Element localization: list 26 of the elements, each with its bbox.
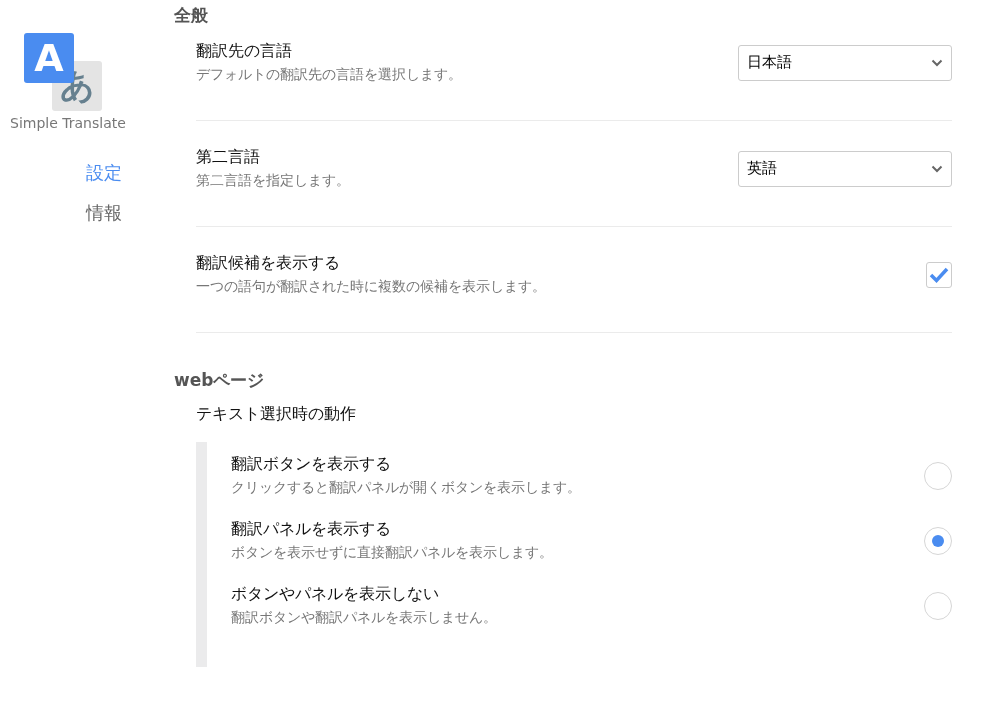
option-title: ボタンやパネルを表示しない (231, 584, 440, 605)
chevron-down-icon (931, 58, 943, 67)
radio-button[interactable] (924, 461, 952, 490)
setting-description: 第二言語を指定します。 (196, 172, 350, 190)
radio-button[interactable] (924, 526, 952, 555)
option-title: 翻訳パネルを表示する (231, 519, 392, 540)
option-title: 翻訳ボタンを表示する (231, 454, 392, 475)
language-dropdown[interactable]: 英語 (738, 150, 952, 187)
setting-title: テキスト選択時の動作 (196, 404, 357, 425)
option-description: クリックすると翻訳パネルが開くボタンを表示します。 (231, 479, 581, 497)
setting-title: 第二言語 (196, 147, 261, 168)
option-description: ボタンを表示せずに直接翻訳パネルを表示します。 (231, 544, 553, 562)
setting-title: 翻訳先の言語 (196, 41, 293, 62)
setting-description: デフォルトの翻訳先の言語を選択します。 (196, 66, 462, 84)
language-dropdown[interactable]: 日本語 (738, 44, 952, 81)
nav-link[interactable]: 情報 (86, 201, 122, 225)
section-heading: webページ (174, 369, 266, 392)
radio-button[interactable] (924, 591, 952, 620)
checkbox[interactable] (926, 261, 952, 288)
app-name: Simple Translate (10, 115, 126, 131)
setting-description: 一つの語句が翻訳された時に複数の候補を表示します。 (196, 278, 546, 296)
section-heading: 全般 (174, 4, 209, 27)
checkmark-icon (929, 265, 949, 284)
chevron-down-icon (931, 164, 943, 173)
setting-title: 翻訳候補を表示する (196, 253, 341, 274)
option-description: 翻訳ボタンや翻訳パネルを表示しません。 (231, 609, 497, 627)
